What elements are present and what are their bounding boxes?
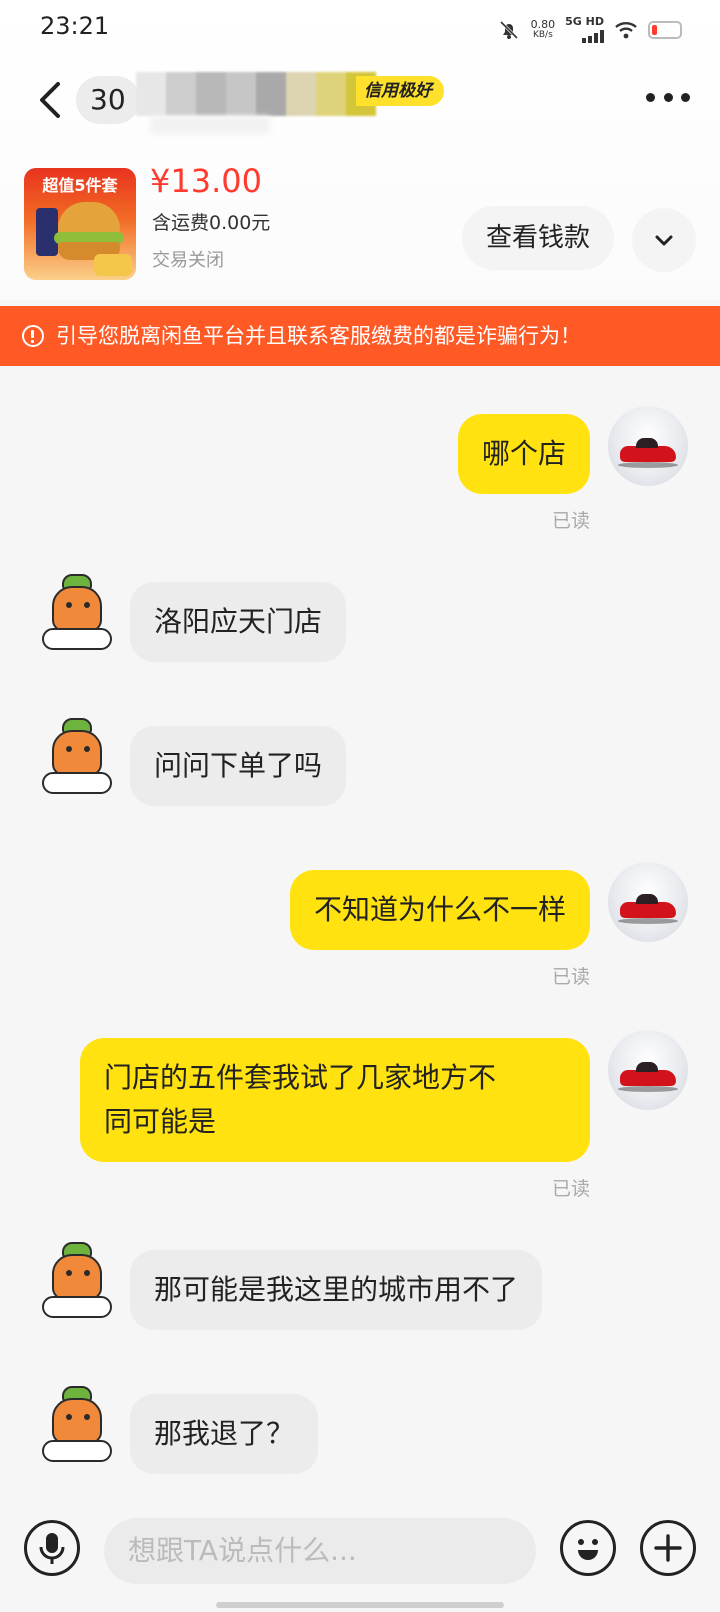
- message-line: 同可能是: [104, 1105, 217, 1138]
- status-bar: 23:21 0.80 KB/s 5G HD: [0, 0, 720, 56]
- blurred-subtitle: [150, 116, 270, 134]
- emoji-button[interactable]: [560, 1520, 616, 1576]
- product-card[interactable]: 超值5件套 ¥13.00 含运费0.00元 交易关闭 查看钱款: [0, 160, 720, 294]
- warning-text: 引导您脱离闲鱼平台并且联系客服缴费的都是诈骗行为！: [56, 324, 581, 348]
- other-avatar[interactable]: [36, 574, 116, 654]
- signal-icon: [582, 29, 604, 43]
- other-avatar[interactable]: [36, 1242, 116, 1322]
- back-arrow-icon[interactable]: [30, 78, 70, 122]
- read-receipt: 已读: [551, 1178, 590, 1200]
- wifi-icon: [615, 21, 637, 38]
- trade-status: 交易关闭: [152, 250, 224, 271]
- product-price: ¥13.00: [150, 162, 262, 200]
- my-avatar[interactable]: [608, 862, 688, 942]
- voice-button[interactable]: [24, 1520, 80, 1576]
- view-money-button[interactable]: 查看钱款: [462, 206, 614, 270]
- other-message-bubble[interactable]: 问问下单了吗: [130, 726, 347, 806]
- other-message-bubble[interactable]: 那可能是我这里的城市用不了: [130, 1250, 543, 1330]
- credit-badge: 信用极好: [356, 76, 444, 106]
- other-avatar[interactable]: [36, 718, 116, 798]
- message-input[interactable]: 想跟TA说点什么...: [104, 1518, 536, 1584]
- my-avatar[interactable]: [608, 406, 688, 486]
- status-time: 23:21: [40, 12, 110, 40]
- read-receipt: 已读: [551, 966, 590, 988]
- my-message-bubble[interactable]: 不知道为什么不一样: [289, 870, 590, 950]
- read-receipt: 已读: [551, 510, 590, 532]
- battery-icon: [648, 20, 682, 39]
- my-avatar[interactable]: [608, 1030, 688, 1110]
- plus-icon: [654, 1534, 682, 1562]
- message-line: 门店的五件套我试了几家地方不: [104, 1061, 497, 1094]
- blurred-nickname: [136, 72, 376, 116]
- other-message-bubble[interactable]: 那我退了？: [130, 1394, 319, 1474]
- fraud-warning-banner: 引导您脱离闲鱼平台并且联系客服缴费的都是诈骗行为！: [0, 306, 720, 366]
- expand-button[interactable]: [632, 208, 696, 272]
- other-avatar[interactable]: [36, 1386, 116, 1466]
- other-message-bubble[interactable]: 洛阳应天门店: [130, 582, 347, 662]
- net-speed: 0.80 KB/s: [531, 19, 556, 41]
- plus-button[interactable]: [640, 1520, 696, 1576]
- home-indicator[interactable]: [216, 1602, 504, 1608]
- chevron-down-icon: [655, 235, 673, 246]
- microphone-icon: [39, 1533, 65, 1564]
- more-dots-icon[interactable]: [646, 90, 690, 104]
- chat-header: 30 信用极好: [0, 64, 720, 136]
- my-message-bubble[interactable]: 哪个店: [457, 414, 590, 494]
- network-block: 5G HD: [565, 16, 604, 43]
- product-image[interactable]: 超值5件套: [24, 168, 136, 280]
- unread-count-badge[interactable]: 30: [76, 76, 140, 124]
- network-type: 5G HD: [565, 15, 604, 28]
- warning-circle-icon: [22, 325, 44, 347]
- emoji-icon: [578, 1539, 598, 1560]
- status-icons: 0.80 KB/s 5G HD: [497, 16, 682, 43]
- net-speed-unit: KB/s: [532, 29, 553, 40]
- my-message-bubble[interactable]: 门店的五件套我试了几家地方不 同可能是: [80, 1038, 590, 1162]
- input-bar: 想跟TA说点什么...: [0, 1502, 720, 1612]
- product-shipping: 含运费0.00元: [152, 212, 271, 234]
- mute-bell-icon: [499, 20, 518, 39]
- net-speed-value: 0.80: [530, 17, 556, 31]
- product-image-label: 超值5件套: [42, 176, 118, 195]
